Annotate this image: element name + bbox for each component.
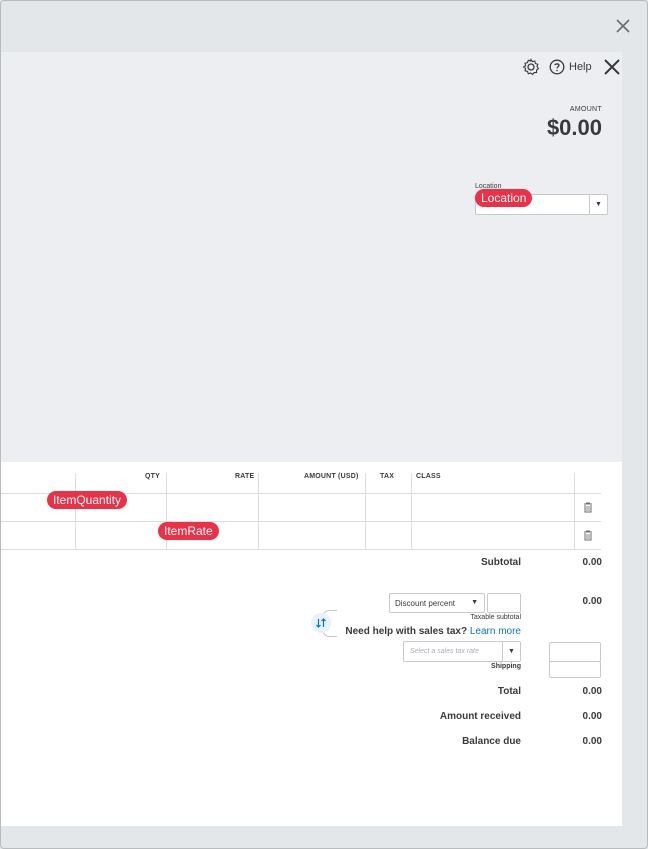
amount-received-value: 0.00: [582, 711, 602, 722]
balance-due-label: Balance due: [462, 736, 521, 747]
close-icon[interactable]: [613, 16, 633, 36]
header-toolbar: Help: [521, 57, 622, 77]
subtotal-label: Subtotal: [481, 557, 521, 568]
balance-due-value: 0.00: [582, 736, 602, 747]
discount-type-value: Discount percent: [395, 599, 456, 608]
sales-tax-help: Need help with sales tax? Learn more: [345, 626, 521, 637]
sales-tax-rate-placeholder: Select a sales tax rate: [410, 648, 479, 655]
question-circle-icon: [549, 59, 565, 75]
shipping-label: Shipping: [491, 663, 521, 670]
discount-type-select[interactable]: Discount percent ▼: [389, 593, 485, 613]
table-divider: [1, 549, 601, 550]
annotation-location: Location: [475, 189, 533, 207]
qty-cell[interactable]: [76, 522, 166, 549]
total-value: 0.00: [582, 686, 602, 697]
amount-value: $0.00: [546, 115, 602, 140]
learn-more-link[interactable]: Learn more: [470, 626, 521, 637]
rate-cell[interactable]: [167, 494, 258, 521]
column-divider: [574, 473, 575, 549]
shipping-input[interactable]: [549, 661, 601, 678]
sales-tax-help-text: Need help with sales tax?: [345, 626, 468, 637]
sales-tax-amount-input[interactable]: [549, 642, 601, 662]
invoice-panel: Help AMOUNT $0.00 Location ▼ QTY RATE AM…: [1, 52, 622, 826]
tax-cell[interactable]: [366, 522, 411, 549]
amount-cell[interactable]: [259, 494, 365, 521]
tax-cell[interactable]: [366, 494, 411, 521]
taxable-subtotal-label: Taxable subtotal: [470, 614, 521, 621]
annotation-item-rate: ItemRate: [158, 522, 219, 540]
total-label: Total: [497, 686, 521, 697]
help-label: Help: [569, 61, 592, 73]
help-button[interactable]: Help: [549, 59, 592, 75]
gear-icon[interactable]: [521, 57, 541, 77]
subtotal-value: 0.00: [582, 557, 602, 568]
caret-down-icon: ▼: [471, 599, 478, 606]
discount-amount: 0.00: [582, 596, 602, 607]
trash-icon[interactable]: [583, 530, 593, 541]
trash-icon[interactable]: [583, 502, 593, 513]
modal-outer: Help AMOUNT $0.00 Location ▼ QTY RATE AM…: [0, 0, 648, 849]
amount-cell[interactable]: [259, 522, 365, 549]
caret-down-icon: ▼: [502, 642, 520, 661]
annotation-item-quantity: ItemQuantity: [47, 491, 128, 509]
class-cell[interactable]: [412, 494, 574, 521]
caret-down-icon[interactable]: ▼: [589, 195, 607, 214]
swap-order-icon[interactable]: [311, 613, 331, 633]
amount-label: AMOUNT: [569, 106, 602, 113]
invoice-header: Help AMOUNT $0.00 Location ▼: [1, 52, 622, 462]
class-cell[interactable]: [412, 522, 574, 549]
column-header-amount: AMOUNT (USD): [304, 473, 359, 480]
column-header-rate: RATE: [235, 473, 255, 480]
column-header-qty: QTY: [145, 473, 160, 480]
column-header-tax: TAX: [380, 473, 395, 480]
amount-received-label: Amount received: [439, 711, 521, 722]
sales-tax-rate-select[interactable]: Select a sales tax rate ▼: [403, 641, 521, 662]
column-header-class: CLASS: [416, 473, 441, 480]
close-icon[interactable]: [602, 57, 622, 77]
discount-value-input[interactable]: [487, 593, 521, 613]
